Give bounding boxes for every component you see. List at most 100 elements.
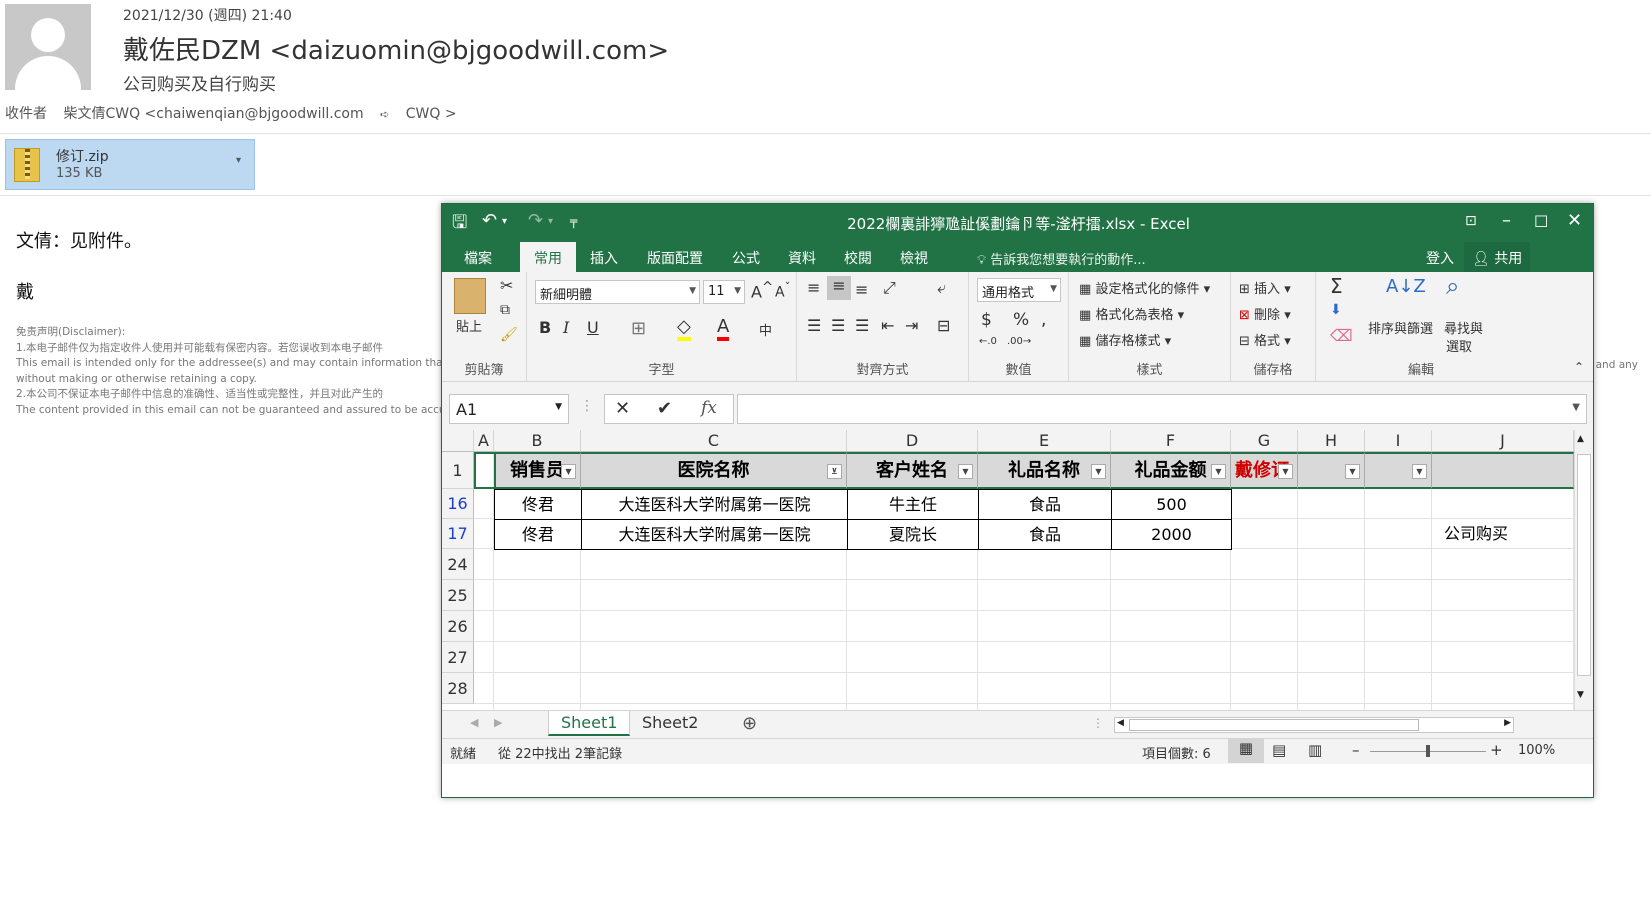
font-color-icon[interactable]: A xyxy=(717,316,730,341)
format-cells-button[interactable]: ⊟ 格式 ▾ xyxy=(1239,330,1291,349)
data-cell[interactable]: 夏院长 xyxy=(847,519,979,550)
row-header[interactable]: 25 xyxy=(442,580,474,611)
grid-cell[interactable] xyxy=(1231,519,1298,549)
align-middle-icon[interactable]: ≡ xyxy=(827,276,851,300)
orientation-icon[interactable]: ⤢ xyxy=(883,278,896,298)
table-header-cell[interactable]: 礼品名称 ▼ xyxy=(978,452,1111,489)
font-name-select[interactable]: 新細明體 ▼ xyxy=(535,280,700,304)
filter-dropdown-icon[interactable]: ▼ xyxy=(1211,464,1226,479)
grid-cell[interactable] xyxy=(1365,519,1432,549)
collapse-ribbon-icon[interactable]: ⌃ xyxy=(1574,360,1584,374)
column-header[interactable]: I xyxy=(1365,430,1432,452)
grid-cell[interactable] xyxy=(1298,642,1365,673)
formula-input[interactable]: ▼ xyxy=(737,394,1587,424)
zoom-slider-thumb[interactable] xyxy=(1426,745,1430,757)
grid-cell[interactable] xyxy=(1432,642,1574,673)
data-cell[interactable]: 2000 xyxy=(1111,519,1232,550)
data-cell[interactable]: 佟君 xyxy=(494,519,582,550)
grid-cell[interactable] xyxy=(1432,673,1574,704)
grid-cell[interactable] xyxy=(847,580,978,611)
maximize-icon[interactable]: ☐ xyxy=(1534,212,1548,231)
grid-cell[interactable] xyxy=(1432,549,1574,580)
data-cell[interactable]: 大连医科大学附属第一医院 xyxy=(581,489,848,520)
grid-cell[interactable] xyxy=(1432,611,1574,642)
grid-cell[interactable] xyxy=(1365,611,1432,642)
grid-cell[interactable] xyxy=(581,580,847,611)
tab-file[interactable]: 檔案 xyxy=(464,248,492,268)
ribbon-display-icon[interactable]: ⊡ xyxy=(1465,213,1477,229)
add-sheet-icon[interactable]: ⊕ xyxy=(742,713,757,734)
decrease-decimal-icon[interactable]: .00→ xyxy=(1007,336,1031,347)
table-header-cell[interactable] xyxy=(1432,452,1574,489)
number-format-select[interactable]: 通用格式 ▼ xyxy=(977,278,1061,302)
table-header-cell[interactable]: ▼ xyxy=(1365,452,1432,489)
column-header[interactable]: D xyxy=(847,430,978,452)
table-header-cell[interactable]: 医院名称 ⊻ xyxy=(581,452,847,489)
grid-cell[interactable] xyxy=(1231,549,1298,580)
grid-cell[interactable] xyxy=(1298,519,1365,549)
horizontal-scrollbar[interactable]: ◀ ▶ xyxy=(1114,717,1514,733)
column-header[interactable]: F xyxy=(1111,430,1231,452)
column-header[interactable]: A xyxy=(474,430,494,452)
tab-review[interactable]: 校閱 xyxy=(844,248,872,268)
name-box[interactable]: A1 ▼ xyxy=(449,394,569,424)
grid-cell[interactable] xyxy=(494,580,581,611)
row-header[interactable]: 27 xyxy=(442,642,474,673)
grid-cell[interactable] xyxy=(1432,489,1574,519)
grid-cell[interactable] xyxy=(847,673,978,704)
sheet-tab-2[interactable]: Sheet2 xyxy=(630,711,710,736)
align-bottom-icon[interactable]: ≡ xyxy=(855,280,868,299)
autosum-icon[interactable]: Σ xyxy=(1330,274,1343,298)
grid-cell[interactable] xyxy=(581,642,847,673)
grid-cell[interactable] xyxy=(494,611,581,642)
grid-cell[interactable] xyxy=(494,549,581,580)
email-sender[interactable]: 戴佐民DZM <daizuomin@bjgoodwill.com> xyxy=(123,30,669,67)
align-top-icon[interactable]: ≡ xyxy=(807,278,820,297)
insert-function-button[interactable]: fx xyxy=(701,398,717,418)
find-select-button[interactable]: 尋找與 xyxy=(1444,318,1483,337)
signin-link[interactable]: 登入 xyxy=(1426,248,1454,268)
underline-button[interactable]: U xyxy=(587,318,599,337)
filter-dropdown-icon[interactable]: ▼ xyxy=(1345,464,1360,479)
fill-color-icon[interactable]: ◇ xyxy=(677,316,691,341)
comma-button[interactable]: , xyxy=(1041,310,1046,330)
table-header-cell[interactable]: 礼品金额 ▼ xyxy=(1111,452,1231,489)
row-header[interactable]: 26 xyxy=(442,611,474,642)
insert-cells-button[interactable]: ⊞ 插入 ▾ xyxy=(1239,278,1291,297)
row-header[interactable]: 16 xyxy=(442,489,474,519)
sheet-prev-icon[interactable]: ◀ xyxy=(470,716,478,729)
clear-icon[interactable]: ⌫ xyxy=(1330,326,1353,345)
tab-page-layout[interactable]: 版面配置 xyxy=(647,248,703,268)
filter-dropdown-icon[interactable]: ▼ xyxy=(561,464,576,479)
filter-dropdown-icon[interactable]: ▼ xyxy=(1412,464,1427,479)
fill-icon[interactable]: ⬇ xyxy=(1330,302,1342,318)
tab-formulas[interactable]: 公式 xyxy=(732,248,760,268)
share-button[interactable]: 👤︎ 共用 xyxy=(1464,242,1531,272)
select-all-corner[interactable] xyxy=(442,430,474,452)
data-cell[interactable]: 500 xyxy=(1111,489,1232,520)
tab-view[interactable]: 檢視 xyxy=(900,248,928,268)
row-header[interactable]: 24 xyxy=(442,549,474,580)
increase-font-icon[interactable]: A^ xyxy=(751,280,773,301)
grid-cell[interactable] xyxy=(474,611,494,642)
cancel-icon[interactable]: ✕ xyxy=(615,398,630,419)
grid-cell[interactable] xyxy=(1298,489,1365,519)
row-header[interactable]: 28 xyxy=(442,673,474,704)
decrease-font-icon[interactable]: Aˇ xyxy=(775,280,790,301)
format-as-table-button[interactable]: ▦ 格式化為表格 ▾ xyxy=(1079,304,1184,323)
tab-home[interactable]: 常用 xyxy=(520,242,576,272)
merge-center-icon[interactable]: ⊟ xyxy=(937,316,950,335)
grid-cell[interactable] xyxy=(474,489,494,519)
paste-button[interactable]: 貼上 xyxy=(456,316,482,335)
chevron-down-icon[interactable]: ▼ xyxy=(1572,402,1580,413)
grid-cell[interactable] xyxy=(1365,642,1432,673)
scroll-right-icon[interactable]: ▶ xyxy=(1504,718,1511,728)
scroll-down-icon[interactable]: ▼ xyxy=(1577,690,1584,700)
zoom-in-icon[interactable]: + xyxy=(1490,741,1503,759)
paste-icon[interactable] xyxy=(454,278,486,314)
phonetic-icon[interactable]: 中 xyxy=(759,320,772,339)
page-break-view-icon[interactable]: ▥ xyxy=(1308,741,1322,759)
grid-cell[interactable] xyxy=(1111,673,1231,704)
grid-cell[interactable] xyxy=(1111,580,1231,611)
grid-cell[interactable] xyxy=(494,673,581,704)
